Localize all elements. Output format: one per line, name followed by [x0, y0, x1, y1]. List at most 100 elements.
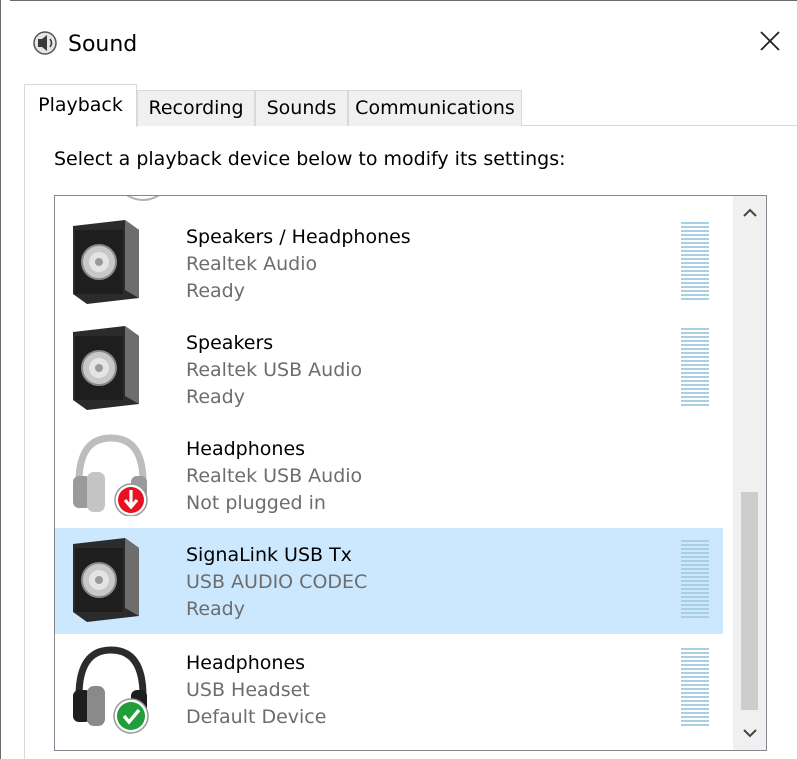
device-driver: USB Headset — [186, 679, 310, 701]
meter-bar — [681, 294, 709, 296]
meter-bar — [681, 592, 709, 594]
meter-bar — [681, 242, 709, 244]
meter-bar — [681, 258, 709, 260]
meter-bar — [681, 384, 709, 386]
meter-bar — [681, 290, 709, 292]
meter-bar — [681, 676, 709, 678]
speaker-icon — [69, 536, 153, 622]
device-driver: Realtek Audio — [186, 253, 318, 275]
meter-bar — [681, 652, 709, 654]
headphones-unplugged-icon — [69, 430, 153, 517]
tab-recording[interactable]: Recording — [137, 90, 255, 126]
meter-bar — [681, 656, 709, 658]
window-top-border — [0, 0, 797, 8]
window-left-border — [0, 0, 10, 759]
meter-bar — [681, 364, 709, 366]
speaker-icon — [69, 324, 153, 410]
meter-bar — [681, 340, 709, 342]
device-item-speakers-headphones[interactable]: Speakers / Headphones Realtek Audio Read… — [55, 196, 723, 304]
meter-bar — [681, 720, 709, 722]
meter-bar — [681, 560, 709, 562]
device-driver: USB AUDIO CODEC — [186, 571, 368, 593]
meter-bar — [681, 234, 709, 236]
device-status: Ready — [186, 598, 245, 620]
level-meter — [681, 540, 709, 620]
close-button[interactable] — [745, 16, 797, 68]
meter-bar — [681, 282, 709, 284]
meter-bar — [681, 660, 709, 662]
device-item-headphones-realtek[interactable]: Headphones Realtek USB Audio Not plugged… — [55, 408, 723, 517]
meter-bar — [681, 668, 709, 670]
meter-bar — [681, 712, 709, 714]
meter-bar — [681, 612, 709, 614]
meter-bar — [681, 600, 709, 602]
meter-bar — [681, 262, 709, 264]
meter-bar — [681, 708, 709, 710]
chevron-down-icon — [742, 729, 757, 738]
meter-bar — [681, 700, 709, 702]
meter-bar — [681, 704, 709, 706]
meter-bar — [681, 596, 709, 598]
meter-bar — [681, 328, 709, 330]
meter-bar — [681, 684, 709, 686]
meter-bar — [681, 376, 709, 378]
device-name: Headphones — [186, 652, 306, 674]
level-meter — [681, 222, 709, 302]
tab-communications[interactable]: Communications — [348, 90, 522, 126]
meter-bar — [681, 552, 709, 554]
headphones-default-icon — [69, 642, 153, 734]
title-bar[interactable]: Sound — [10, 8, 797, 70]
device-driver: Realtek USB Audio — [186, 359, 363, 381]
close-icon — [760, 31, 780, 51]
meter-bar — [681, 576, 709, 578]
meter-bar — [681, 608, 709, 610]
device-name: SignaLink USB Tx — [186, 544, 352, 566]
meter-bar — [681, 404, 709, 406]
meter-bar — [681, 584, 709, 586]
device-item-usb-headset[interactable]: Headphones USB Headset Default Device — [55, 636, 723, 750]
level-meter — [681, 648, 709, 728]
scroll-thumb[interactable] — [741, 492, 758, 710]
device-name: Speakers — [186, 332, 274, 354]
instruction-text: Select a playback device below to modify… — [54, 148, 566, 170]
chevron-up-icon — [742, 208, 757, 217]
meter-bar — [681, 688, 709, 690]
meter-bar — [681, 226, 709, 228]
meter-bar — [681, 548, 709, 550]
meter-bar — [681, 556, 709, 558]
meter-bar — [681, 344, 709, 346]
tab-playback[interactable]: Playback — [24, 84, 137, 127]
level-meter — [681, 328, 709, 408]
device-item-signalink[interactable]: SignaLink USB Tx USB AUDIO CODEC Ready — [55, 528, 723, 634]
meter-bar — [681, 278, 709, 280]
device-driver: Realtek USB Audio — [186, 465, 363, 487]
meter-bar — [681, 332, 709, 334]
device-name: Speakers / Headphones — [186, 226, 411, 248]
meter-bar — [681, 372, 709, 374]
meter-bar — [681, 286, 709, 288]
meter-bar — [681, 564, 709, 566]
meter-bar — [681, 540, 709, 542]
tab-sounds[interactable]: Sounds — [255, 90, 348, 126]
meter-bar — [681, 270, 709, 272]
meter-bar — [681, 238, 709, 240]
meter-bar — [681, 336, 709, 338]
vertical-scrollbar[interactable] — [733, 196, 766, 750]
scroll-up-button[interactable] — [733, 196, 766, 230]
device-item-speakers[interactable]: Speakers Realtek USB Audio Ready — [55, 302, 723, 410]
playback-device-list[interactable]: Speakers / Headphones Realtek Audio Read… — [54, 195, 767, 751]
meter-bar — [681, 274, 709, 276]
meter-bar — [681, 604, 709, 606]
meter-bar — [681, 352, 709, 354]
meter-bar — [681, 664, 709, 666]
scroll-down-button[interactable] — [733, 716, 766, 750]
meter-bar — [681, 648, 709, 650]
meter-bar — [681, 360, 709, 362]
meter-bar — [681, 572, 709, 574]
meter-bar — [681, 392, 709, 394]
meter-bar — [681, 356, 709, 358]
meter-bar — [681, 266, 709, 268]
speaker-icon — [69, 218, 153, 304]
window-title: Sound — [68, 32, 138, 57]
meter-bar — [681, 696, 709, 698]
